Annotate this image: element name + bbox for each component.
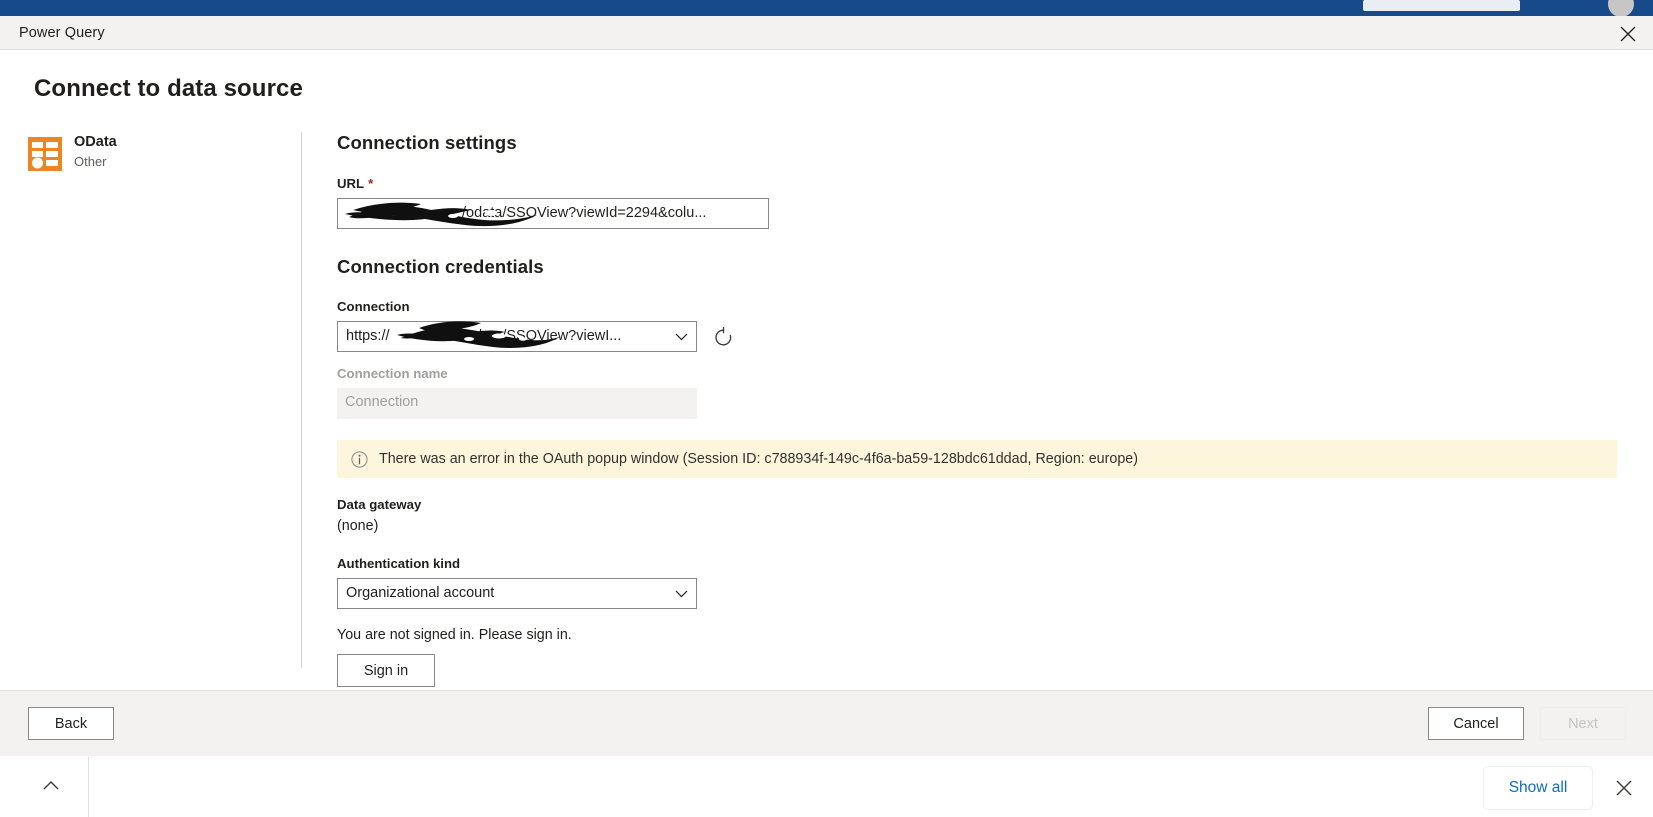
page-title: Connect to data source: [34, 75, 303, 102]
connection-name-label: Connection name: [337, 366, 448, 381]
close-icon[interactable]: [1617, 23, 1639, 45]
browser-search-box[interactable]: [1363, 0, 1520, 11]
refresh-icon[interactable]: [709, 323, 737, 351]
connection-form: Connection settings URL* https://xxxxxxx…: [337, 132, 1617, 687]
url-input[interactable]: https://xxxxxxxxxx/odata/SSOView?viewId=…: [337, 198, 769, 229]
authentication-kind-dropdown[interactable]: Organizational account: [337, 578, 697, 609]
authentication-kind-value: Organizational account: [346, 585, 495, 601]
data-gateway-label: Data gateway: [337, 497, 422, 512]
connector-category: Other: [74, 154, 107, 169]
dialog-footer: Back Cancel Next: [0, 690, 1653, 756]
url-visible-suffix: /odata/SSOView?viewId=2294&colu...: [462, 205, 707, 221]
pane-divider: [301, 132, 302, 668]
connection-credentials-heading: Connection credentials: [337, 256, 544, 277]
connection-dropdown[interactable]: https://xxxxxxxxxx/odata/SSOView?viewI..…: [337, 321, 697, 352]
chevron-down-icon: [675, 322, 688, 351]
app-title: Power Query: [19, 25, 105, 41]
connection-settings-heading: Connection settings: [337, 132, 517, 153]
selected-connector: OData Other: [28, 134, 268, 180]
required-marker: *: [368, 176, 374, 191]
avatar[interactable]: [1608, 0, 1634, 17]
sign-in-button[interactable]: Sign in: [337, 654, 435, 687]
authentication-kind-label: Authentication kind: [337, 556, 461, 571]
error-message-text: There was an error in the OAuth popup wi…: [379, 451, 1139, 467]
tray-divider: [88, 757, 89, 817]
bottom-tray: Show all: [0, 757, 1653, 817]
chevron-down-icon: [675, 579, 688, 608]
info-icon: [351, 450, 368, 468]
next-button: Next: [1540, 707, 1626, 740]
sign-in-status-text: You are not signed in. Please sign in.: [337, 627, 572, 643]
show-all-button[interactable]: Show all: [1484, 767, 1592, 809]
back-button[interactable]: Back: [28, 707, 114, 740]
url-label-text: URL: [337, 176, 365, 191]
chevron-up-icon[interactable]: [40, 775, 62, 797]
connection-label: Connection: [337, 299, 410, 314]
connector-name: OData: [74, 134, 117, 150]
connection-visible-suffix: odata/SSOView?viewI...: [466, 328, 622, 344]
odata-table-icon: [28, 137, 62, 171]
cancel-button[interactable]: Cancel: [1428, 707, 1524, 740]
connection-value-prefix: https://: [346, 328, 390, 344]
url-label: URL *: [337, 176, 1617, 191]
error-message-bar: There was an error in the OAuth popup wi…: [337, 440, 1617, 478]
browser-top-strip: [0, 0, 1653, 17]
connection-name-input[interactable]: Connection: [337, 388, 697, 419]
data-gateway-value: (none): [337, 518, 379, 534]
power-query-title-bar: Power Query: [0, 16, 1653, 50]
close-icon[interactable]: [1613, 777, 1635, 799]
